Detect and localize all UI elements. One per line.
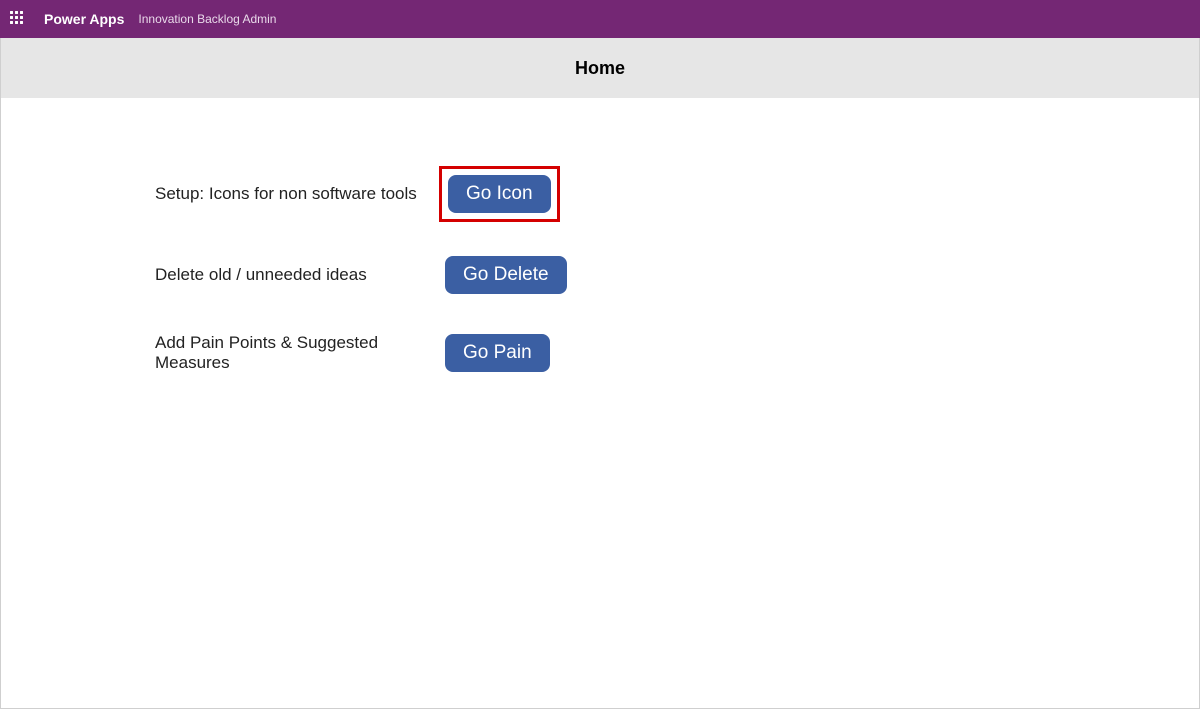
home-content: Setup: Icons for non software tools Go I… bbox=[1, 98, 1199, 378]
app-canvas: Home Setup: Icons for non software tools… bbox=[0, 38, 1200, 709]
page-title: Home bbox=[575, 58, 625, 79]
row-delete-ideas: Delete old / unneeded ideas Go Delete bbox=[155, 250, 1199, 300]
top-bar: Power Apps Innovation Backlog Admin bbox=[0, 0, 1200, 38]
row-delete-ideas-label: Delete old / unneeded ideas bbox=[155, 265, 439, 285]
go-delete-wrapper: Go Delete bbox=[439, 250, 573, 300]
row-setup-icons-label: Setup: Icons for non software tools bbox=[155, 184, 439, 204]
go-icon-button[interactable]: Go Icon bbox=[448, 175, 551, 213]
go-pain-wrapper: Go Pain bbox=[439, 328, 556, 378]
row-setup-icons: Setup: Icons for non software tools Go I… bbox=[155, 166, 1199, 222]
app-launcher-icon[interactable] bbox=[10, 11, 26, 27]
row-pain-points: Add Pain Points & Suggested Measures Go … bbox=[155, 328, 1199, 378]
page-header: Home bbox=[1, 38, 1199, 98]
go-icon-highlight: Go Icon bbox=[439, 166, 560, 222]
go-delete-button[interactable]: Go Delete bbox=[445, 256, 567, 294]
row-pain-points-label: Add Pain Points & Suggested Measures bbox=[155, 333, 439, 373]
app-name-label: Innovation Backlog Admin bbox=[138, 12, 276, 26]
go-pain-button[interactable]: Go Pain bbox=[445, 334, 550, 372]
brand-label[interactable]: Power Apps bbox=[44, 11, 124, 27]
